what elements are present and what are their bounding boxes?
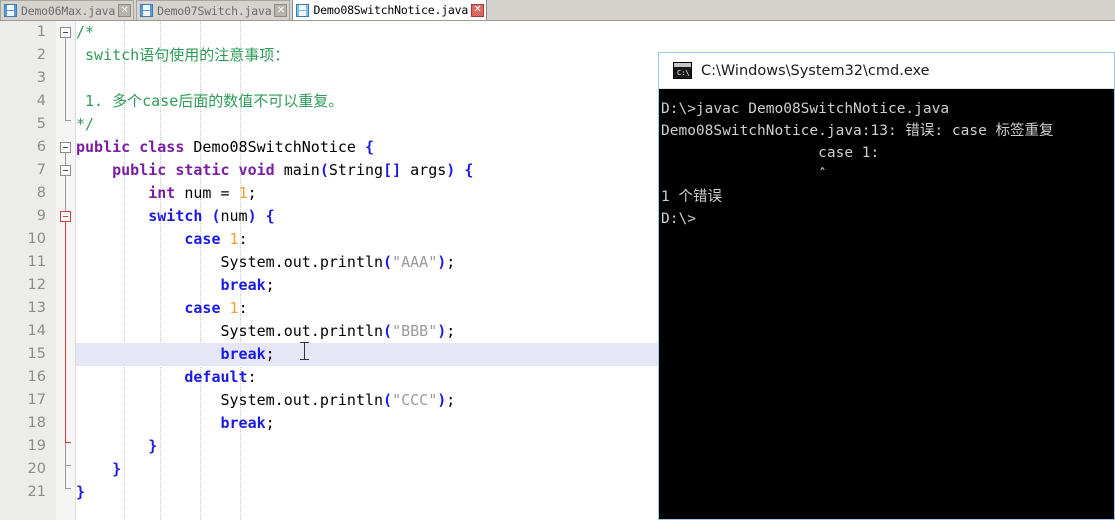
console-line: case 1: (661, 145, 880, 161)
code-token-identifier: main (283, 161, 320, 179)
tab-demo08switchnotice[interactable]: Demo08SwitchNotice.java ✕ (292, 0, 488, 20)
line-number: 16 (27, 369, 46, 385)
code-token-brace: } (76, 483, 86, 501)
code-token-keyword: switch (148, 207, 203, 225)
console-line: Demo08SwitchNotice.java:13: 错误: case 标签重… (661, 123, 1054, 139)
console-line: D:\>javac Demo08SwitchNotice.java (661, 101, 950, 117)
tab-close-icon[interactable]: ✕ (274, 4, 288, 17)
line-number: 21 (27, 484, 46, 500)
code-token-string: "AAA" (392, 253, 438, 271)
code-token-brace: { (365, 138, 375, 156)
console-line: ˆ (661, 167, 827, 183)
line-number: 5 (36, 116, 46, 132)
line-number: 7 (36, 162, 46, 178)
code-token-keyword: break (220, 414, 266, 432)
save-disk-icon (4, 4, 17, 17)
line-number: 1 (36, 24, 46, 40)
code-token-comment: /* (76, 23, 95, 41)
line-number: 6 (36, 139, 46, 155)
code-token-keyword: break (220, 276, 266, 294)
code-token-string: "CCC" (392, 391, 438, 409)
line-number: 10 (27, 231, 46, 247)
line-number: 20 (27, 461, 46, 477)
tab-close-icon[interactable]: ✕ (471, 3, 485, 17)
console-output[interactable]: D:\>javac Demo08SwitchNotice.java Demo08… (659, 90, 1114, 519)
line-number: 13 (27, 300, 46, 316)
console-prompt: D:\> (661, 211, 696, 227)
line-number: 19 (27, 438, 46, 454)
line-number: 9 (36, 208, 46, 224)
tab-label: Demo07Switch.java (157, 3, 272, 18)
line-number: 8 (36, 185, 46, 201)
tab-demo07switch[interactable]: Demo07Switch.java ✕ (136, 0, 291, 20)
cmd-console-window[interactable]: C:\ C:\Windows\System32\cmd.exe D:\>java… (658, 52, 1115, 520)
cmd-prompt-icon: C:\ (673, 62, 692, 79)
line-number: 11 (27, 254, 46, 270)
code-token-number: 1 (238, 184, 248, 202)
tab-demo06max[interactable]: Demo06Max.java ✕ (0, 0, 135, 20)
line-number: 17 (27, 392, 46, 408)
save-disk-icon (140, 4, 154, 17)
line-number: 12 (27, 277, 46, 293)
console-title-bar[interactable]: C:\ C:\Windows\System32\cmd.exe (659, 53, 1114, 89)
line-number: 2 (36, 47, 46, 63)
line-number: 4 (36, 93, 46, 109)
console-title-text: C:\Windows\System32\cmd.exe (701, 62, 930, 79)
line-number: 15 (27, 346, 46, 362)
tab-label: Demo06Max.java (21, 3, 116, 18)
code-token-comment: switch语句使用的注意事项： (76, 46, 290, 64)
code-token-number: 1 (229, 299, 239, 317)
code-token-keyword: case (184, 299, 221, 317)
code-token-comment: */ (76, 115, 95, 133)
code-token-keyword: default (184, 368, 248, 386)
code-token-comment: 1. 多个case后面的数值不可以重复。 (76, 92, 344, 110)
code-token-number: 1 (229, 230, 239, 248)
code-token-keyword: int (148, 184, 176, 202)
code-token-string: "BBB" (392, 322, 438, 340)
ide-window: Demo06Max.java ✕ Demo07Switch.java ✕ Dem… (0, 0, 1115, 520)
console-line: 1 个错误 (661, 189, 722, 205)
code-token-type: Demo08SwitchNotice (193, 138, 365, 156)
code-token-keyword: break (220, 345, 266, 363)
line-number: 18 (27, 415, 46, 431)
code-token-keyword: public class (76, 138, 194, 156)
line-number: 14 (27, 323, 46, 339)
code-token-keyword: case (184, 230, 221, 248)
tab-label: Demo08SwitchNotice.java (313, 3, 469, 17)
save-disk-icon (296, 3, 310, 17)
tab-close-icon[interactable]: ✕ (118, 4, 132, 17)
code-token-brace: } (148, 437, 158, 455)
line-number: 3 (36, 70, 46, 86)
code-token-keyword: public static void (112, 161, 284, 179)
editor-tab-bar: Demo06Max.java ✕ Demo07Switch.java ✕ Dem… (0, 0, 1115, 21)
code-line[interactable]: 1 /* (0, 21, 1115, 44)
code-token-brace: } (112, 460, 122, 478)
